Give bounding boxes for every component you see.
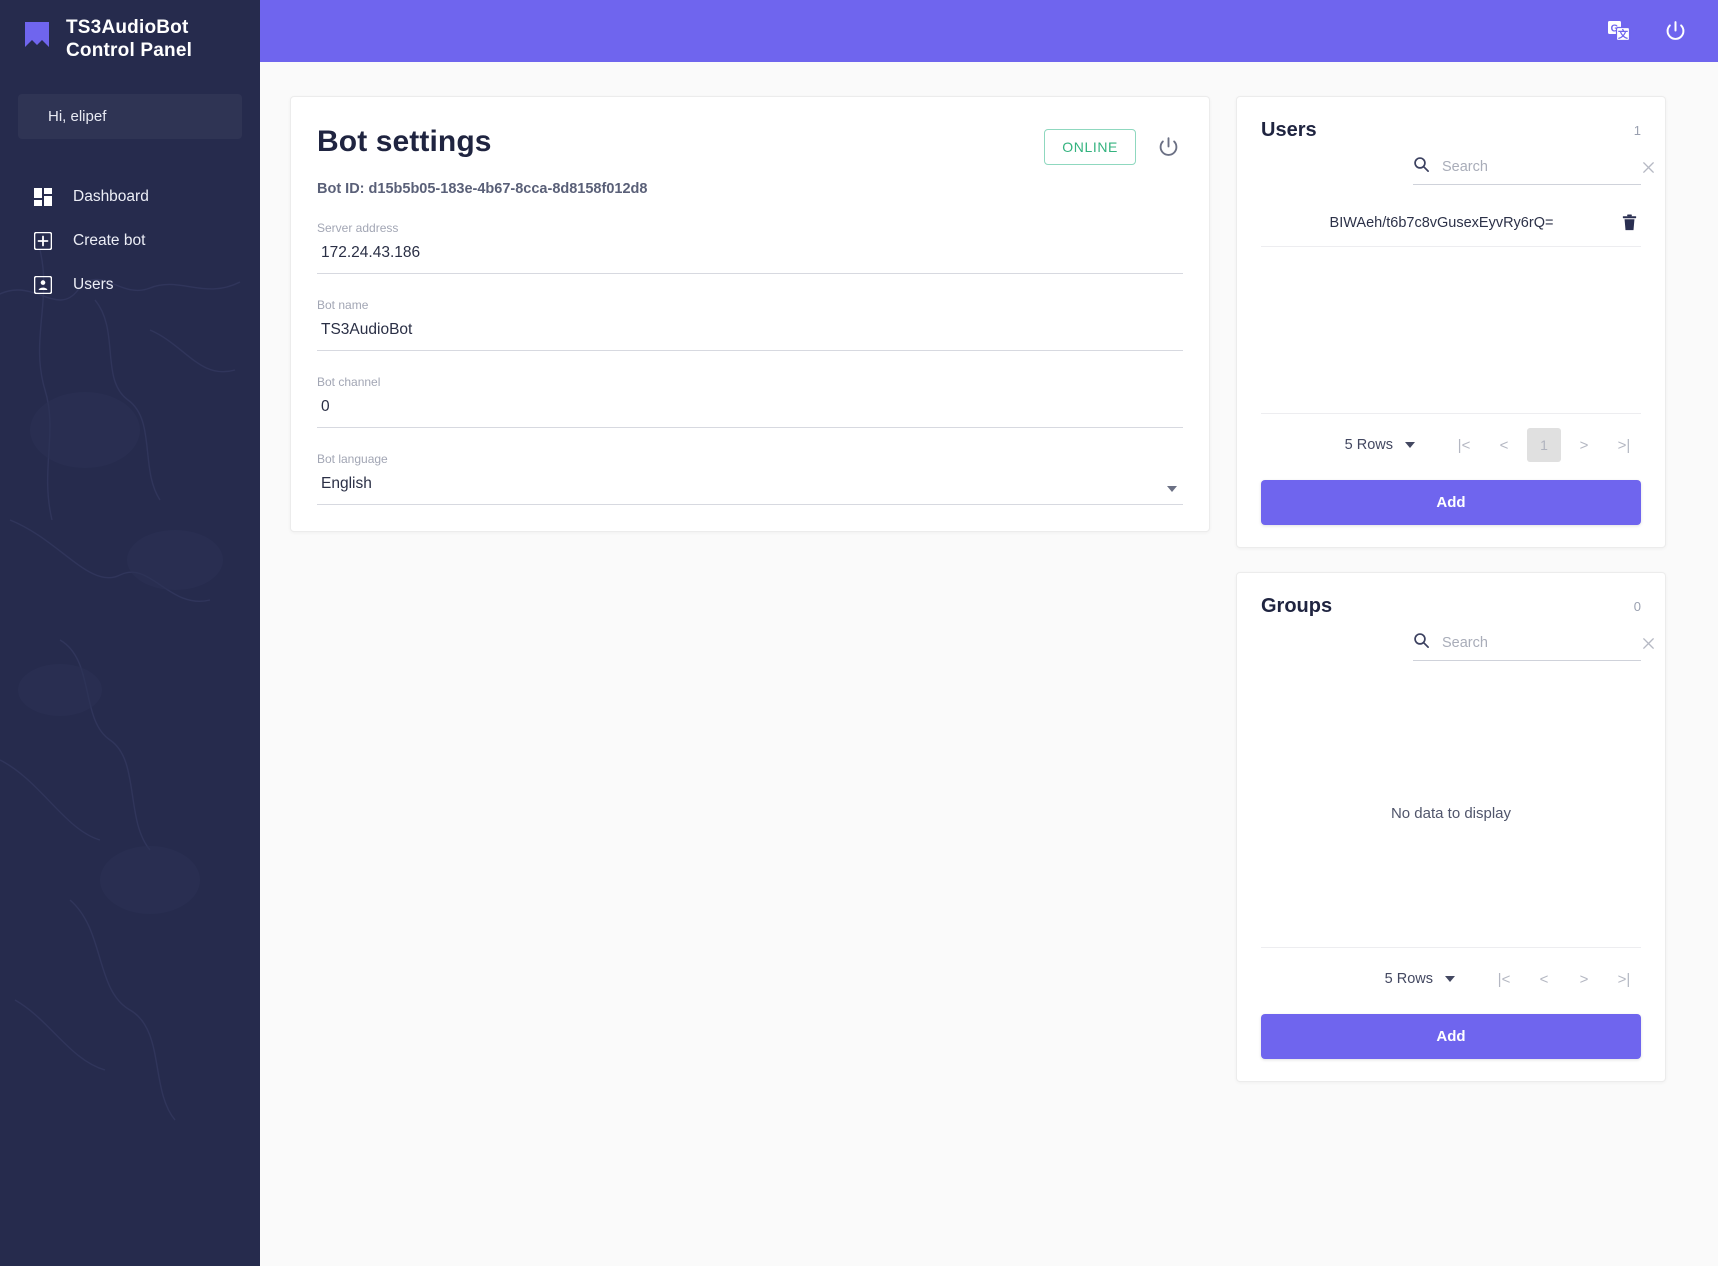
groups-search-row (1413, 632, 1654, 661)
greeting-text: Hi, elipef (18, 94, 242, 140)
app-root: TS3AudioBot Control Panel Hi, elipef Das… (0, 0, 1718, 1266)
user-id-text: BIWAeh/t6b7c8vGusexEyvRy6rQ= (1329, 214, 1554, 231)
server-address-input[interactable] (317, 244, 1183, 274)
bot-name-input[interactable] (317, 321, 1183, 351)
next-page-button[interactable]: > (1567, 428, 1601, 462)
chevron-down-icon (1405, 442, 1415, 448)
groups-rows-per-page-select[interactable]: 5 Rows (1385, 971, 1455, 987)
translate-icon[interactable]: G 文 (1604, 16, 1634, 46)
right-column: Users 1 Search BIWAeh/t6b7c8vGusexEyvRy6… (1236, 96, 1666, 1082)
search-icon (1413, 632, 1430, 654)
users-panel: Users 1 Search BIWAeh/t6b7c8vGusexEyvRy6… (1236, 96, 1666, 548)
next-page-button[interactable]: > (1567, 962, 1601, 996)
sidebar-item-users[interactable]: Users (0, 263, 260, 307)
dashboard-icon (34, 188, 52, 207)
field-bot-name: Bot name (317, 298, 1183, 351)
sidebar-nav: Dashboard Create bot Users (0, 175, 260, 307)
users-panel-title: Users (1261, 119, 1317, 141)
rows-per-page-label: 5 Rows (1344, 437, 1393, 453)
clear-search-icon[interactable] (1641, 636, 1656, 651)
users-count-badge: 1 (1633, 123, 1641, 138)
groups-pagination: 5 Rows |< < > >| (1261, 947, 1641, 996)
bot-id-text: Bot ID: d15b5b05-183e-4b67-8cca-8d8158f0… (317, 181, 648, 197)
groups-panel: Groups 0 Search No data to display 5 Row… (1236, 572, 1666, 1082)
page-title: Bot settings (317, 125, 492, 158)
brand: TS3AudioBot Control Panel (0, 0, 260, 80)
page-number-button[interactable]: 1 (1527, 428, 1561, 462)
svg-text:文: 文 (1618, 28, 1629, 41)
users-table: BIWAeh/t6b7c8vGusexEyvRy6rQ= (1261, 203, 1641, 413)
sidebar-item-create-bot[interactable]: Create bot (0, 219, 260, 263)
last-page-button[interactable]: >| (1607, 962, 1641, 996)
field-label: Bot name (317, 298, 369, 312)
groups-panel-title: Groups (1261, 595, 1333, 617)
add-user-button[interactable]: Add (1261, 480, 1641, 525)
field-bot-channel: Bot channel (317, 375, 1183, 428)
logo-icon (22, 20, 52, 55)
prev-page-button[interactable]: < (1527, 962, 1561, 996)
bot-power-icon[interactable] (1154, 133, 1183, 162)
bot-settings-card: Bot settings ONLINE Bot ID: d15b5b05-183… (290, 96, 1210, 532)
field-label: Bot channel (317, 375, 381, 389)
rows-per-page-label: 5 Rows (1384, 971, 1433, 987)
users-pagination: 5 Rows |< < 1 > >| (1261, 413, 1641, 462)
groups-empty-state: No data to display (1390, 804, 1512, 822)
last-page-button[interactable]: >| (1607, 428, 1641, 462)
users-rows-per-page-select[interactable]: 5 Rows (1345, 437, 1415, 453)
sidebar-item-label: Users (73, 276, 114, 294)
brand-title-line2: Control Panel (66, 40, 193, 62)
clear-search-icon[interactable] (1641, 160, 1656, 175)
bot-status-controls: ONLINE (1044, 129, 1183, 165)
brand-title: TS3AudioBot Control Panel (66, 16, 192, 62)
topbar: G 文 (260, 0, 1718, 62)
user-card-icon (33, 276, 53, 295)
main-column: G 文 Bot settings ONLINE Bot ID: d15b5b05… (260, 0, 1718, 1266)
chevron-down-icon (1445, 976, 1455, 982)
sidebar: TS3AudioBot Control Panel Hi, elipef Das… (0, 0, 260, 1266)
status-badge[interactable]: ONLINE (1044, 129, 1136, 165)
groups-panel-header: Groups 0 (1261, 595, 1641, 618)
field-label: Bot language (317, 452, 388, 466)
bot-settings-header: Bot settings ONLINE (317, 125, 1183, 165)
content-area: Bot settings ONLINE Bot ID: d15b5b05-183… (260, 62, 1718, 1266)
brand-title-line1: TS3AudioBot (66, 17, 189, 38)
bot-channel-input[interactable] (317, 398, 1183, 428)
users-search-input[interactable] (1442, 159, 1629, 175)
sidebar-item-dashboard[interactable]: Dashboard (0, 175, 260, 219)
users-search-row (1413, 156, 1654, 185)
first-page-button[interactable]: |< (1487, 962, 1521, 996)
logout-power-icon[interactable] (1660, 16, 1690, 46)
search-icon (1413, 156, 1430, 178)
plus-box-icon (33, 232, 53, 251)
sidebar-item-label: Create bot (73, 232, 146, 250)
greeting-container: Hi, elipef (0, 80, 260, 140)
groups-search-input[interactable] (1442, 635, 1629, 651)
trash-icon[interactable] (1620, 213, 1639, 232)
prev-page-button[interactable]: < (1487, 428, 1521, 462)
table-row[interactable]: BIWAeh/t6b7c8vGusexEyvRy6rQ= (1261, 203, 1641, 247)
bot-language-select[interactable] (317, 475, 1183, 505)
sidebar-item-label: Dashboard (73, 188, 149, 206)
first-page-button[interactable]: |< (1447, 428, 1481, 462)
groups-count-badge: 0 (1633, 599, 1641, 614)
add-group-button[interactable]: Add (1261, 1014, 1641, 1059)
field-server-address: Server address (317, 221, 1183, 274)
field-label: Server address (317, 221, 399, 235)
users-panel-header: Users 1 (1261, 119, 1641, 142)
field-bot-language: Bot language (317, 452, 1183, 505)
